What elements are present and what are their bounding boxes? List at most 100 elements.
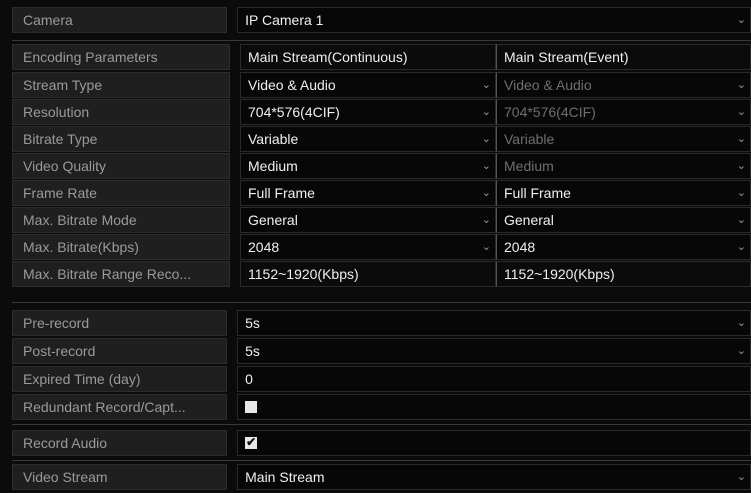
camera-label: Camera [12, 7, 228, 33]
chevron-down-icon: ⌄ [481, 241, 491, 253]
redundant-record-checkbox[interactable] [245, 401, 258, 414]
camera-value: IP Camera 1 [245, 12, 324, 28]
divider [12, 40, 751, 41]
camera-row: Camera IP Camera 1 ⌄ [12, 7, 751, 33]
expired-time-input[interactable]: 0 [237, 366, 751, 392]
max-bitrate-mode-event-select[interactable]: General ⌄ [496, 207, 751, 233]
video-quality-label: Video Quality [12, 153, 230, 179]
chevron-down-icon: ⌄ [736, 133, 746, 145]
pre-record-row: Pre-record 5s ⌄ [12, 310, 751, 336]
encoding-row-frame-rate: Frame Rate Full Frame ⌄ Full Frame ⌄ [12, 180, 751, 206]
encoding-row-max-bitrate-range: Max. Bitrate Range Reco... 1152~1920(Kbp… [12, 261, 751, 287]
max-bitrate-mode-event-value: General [504, 212, 554, 228]
encoding-row-stream-type: Stream Type Video & Audio ⌄ Video & Audi… [12, 72, 751, 98]
video-stream-value: Main Stream [245, 469, 325, 485]
resolution-event-select: 704*576(4CIF) ⌄ [496, 99, 751, 125]
stream-type-event-select: Video & Audio ⌄ [496, 72, 751, 98]
expired-time-label: Expired Time (day) [12, 366, 228, 392]
bitrate-type-event-value: Variable [504, 131, 555, 147]
frame-rate-event-value: Full Frame [504, 185, 571, 201]
pre-record-value: 5s [245, 315, 260, 331]
video-quality-main-value: Medium [248, 158, 298, 174]
redundant-record-field [237, 394, 751, 420]
video-quality-main-select[interactable]: Medium ⌄ [240, 153, 496, 179]
chevron-down-icon: ⌄ [736, 160, 746, 172]
chevron-down-icon: ⌄ [481, 106, 491, 118]
encoding-row-bitrate-type: Bitrate Type Variable ⌄ Variable ⌄ [12, 126, 751, 152]
frame-rate-main-value: Full Frame [248, 185, 315, 201]
encoding-row-video-quality: Video Quality Medium ⌄ Medium ⌄ [12, 153, 751, 179]
post-record-value: 5s [245, 343, 260, 359]
resolution-main-select[interactable]: 704*576(4CIF) ⌄ [240, 99, 496, 125]
pre-record-label: Pre-record [12, 310, 228, 336]
chevron-down-icon: ⌄ [736, 345, 746, 357]
expired-time-row: Expired Time (day) 0 [12, 366, 751, 392]
pre-record-select[interactable]: 5s ⌄ [237, 310, 751, 336]
divider [12, 460, 751, 461]
stream-type-event-value: Video & Audio [504, 77, 592, 93]
chevron-down-icon: ⌄ [736, 79, 746, 91]
resolution-label: Resolution [12, 99, 230, 125]
chevron-down-icon: ⌄ [736, 187, 746, 199]
stream-type-label: Stream Type [12, 72, 230, 98]
frame-rate-label: Frame Rate [12, 180, 230, 206]
chevron-down-icon: ⌄ [736, 241, 746, 253]
record-audio-row: Record Audio ✔ [12, 430, 751, 456]
video-stream-row: Video Stream Main Stream ⌄ [12, 464, 751, 490]
bitrate-type-label: Bitrate Type [12, 126, 230, 152]
encoding-row-max-bitrate: Max. Bitrate(Kbps) 2048 ⌄ 2048 ⌄ [12, 234, 751, 260]
video-quality-event-select: Medium ⌄ [496, 153, 751, 179]
record-audio-field: ✔ [237, 430, 751, 456]
stream-type-main-value: Video & Audio [248, 77, 336, 93]
max-bitrate-range-main-value: 1152~1920(Kbps) [240, 261, 496, 287]
max-bitrate-main-select[interactable]: 2048 ⌄ [240, 234, 496, 260]
redundant-record-row: Redundant Record/Capt... [12, 394, 751, 420]
redundant-record-label: Redundant Record/Capt... [12, 394, 228, 420]
bitrate-type-event-select: Variable ⌄ [496, 126, 751, 152]
encoding-parameters-label: Encoding Parameters [12, 44, 230, 70]
max-bitrate-mode-label: Max. Bitrate Mode [12, 207, 230, 233]
chevron-down-icon: ⌄ [481, 79, 491, 91]
chevron-down-icon: ⌄ [736, 317, 746, 329]
chevron-down-icon: ⌄ [481, 133, 491, 145]
resolution-main-value: 704*576(4CIF) [248, 104, 340, 120]
record-audio-label: Record Audio [12, 430, 228, 456]
encoding-row-resolution: Resolution 704*576(4CIF) ⌄ 704*576(4CIF)… [12, 99, 751, 125]
frame-rate-event-select[interactable]: Full Frame ⌄ [496, 180, 751, 206]
stream-type-main-select[interactable]: Video & Audio ⌄ [240, 72, 496, 98]
record-audio-checkbox[interactable]: ✔ [245, 435, 258, 450]
max-bitrate-mode-main-value: General [248, 212, 298, 228]
check-icon: ✔ [246, 435, 257, 450]
max-bitrate-range-label: Max. Bitrate Range Reco... [12, 261, 230, 287]
chevron-down-icon: ⌄ [736, 14, 746, 26]
post-record-label: Post-record [12, 338, 228, 364]
main-stream-continuous-header: Main Stream(Continuous) [240, 44, 496, 70]
chevron-down-icon: ⌄ [481, 160, 491, 172]
max-bitrate-event-select[interactable]: 2048 ⌄ [496, 234, 751, 260]
max-bitrate-label: Max. Bitrate(Kbps) [12, 234, 230, 260]
post-record-select[interactable]: 5s ⌄ [237, 338, 751, 364]
bitrate-type-main-value: Variable [248, 131, 299, 147]
encoding-row-max-bitrate-mode: Max. Bitrate Mode General ⌄ General ⌄ [12, 207, 751, 233]
video-stream-label: Video Stream [12, 464, 228, 490]
max-bitrate-range-event-value: 1152~1920(Kbps) [496, 261, 751, 287]
resolution-event-value: 704*576(4CIF) [504, 104, 596, 120]
video-stream-select[interactable]: Main Stream ⌄ [237, 464, 751, 490]
chevron-down-icon: ⌄ [481, 214, 491, 226]
frame-rate-main-select[interactable]: Full Frame ⌄ [240, 180, 496, 206]
divider [12, 424, 751, 425]
bitrate-type-main-select[interactable]: Variable ⌄ [240, 126, 496, 152]
main-stream-event-header: Main Stream(Event) [496, 44, 751, 70]
max-bitrate-event-value: 2048 [504, 239, 536, 255]
camera-select[interactable]: IP Camera 1 ⌄ [237, 7, 751, 33]
encoding-header-row: Encoding Parameters Main Stream(Continuo… [12, 44, 751, 70]
max-bitrate-main-value: 2048 [248, 239, 280, 255]
chevron-down-icon: ⌄ [736, 106, 746, 118]
divider [12, 302, 751, 303]
max-bitrate-mode-main-select[interactable]: General ⌄ [240, 207, 496, 233]
chevron-down-icon: ⌄ [736, 214, 746, 226]
chevron-down-icon: ⌄ [481, 187, 491, 199]
video-quality-event-value: Medium [504, 158, 554, 174]
chevron-down-icon: ⌄ [736, 471, 746, 483]
post-record-row: Post-record 5s ⌄ [12, 338, 751, 364]
